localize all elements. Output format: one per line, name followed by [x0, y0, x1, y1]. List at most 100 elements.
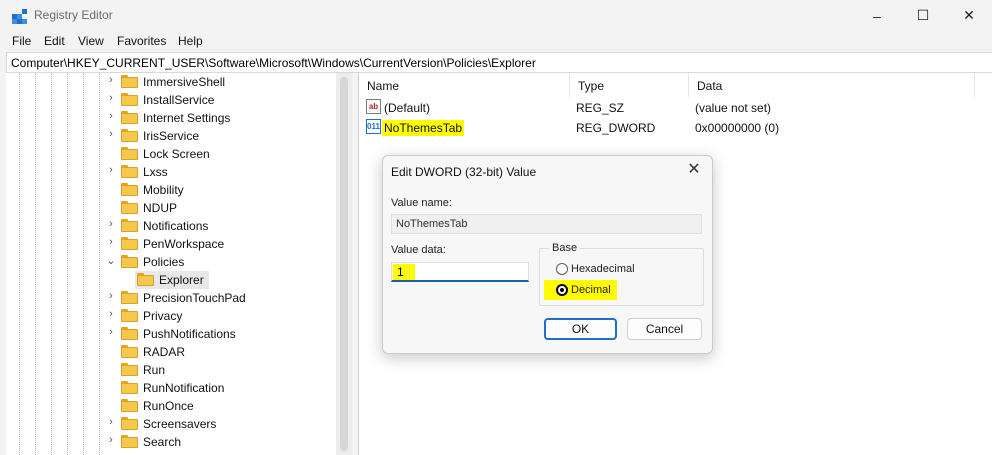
folder-icon	[121, 291, 138, 304]
tree-item-lock-screen[interactable]: Lock Screen	[6, 145, 336, 163]
tree-item-search[interactable]: › Search	[6, 433, 336, 451]
hexadecimal-label[interactable]: Hexadecimal	[571, 263, 635, 275]
tree-item-policies[interactable]: ⌄ Policies	[6, 253, 336, 271]
chevron-right-icon[interactable]: ›	[106, 92, 116, 104]
folder-icon	[121, 345, 138, 358]
value-row-default[interactable]: ab (Default) REG_SZ (value not set)	[359, 98, 992, 117]
menu-view[interactable]: View	[78, 34, 104, 48]
chevron-down-icon[interactable]: ⌄	[106, 254, 116, 267]
folder-icon	[121, 219, 138, 232]
value-data-input[interactable]: 1	[391, 262, 529, 282]
close-button[interactable]: ✕	[946, 0, 992, 31]
tree-item-label: PenWorkspace	[143, 237, 225, 251]
chevron-right-icon[interactable]: ›	[106, 110, 116, 122]
tree-item-label: PrecisionTouchPad	[143, 291, 246, 305]
key-tree[interactable]: › ImmersiveShell › InstallService › Interne…	[6, 73, 336, 455]
folder-icon	[121, 183, 138, 196]
tree-item-label: Explorer	[159, 273, 204, 287]
minimize-icon: –	[873, 7, 881, 24]
tree-item-mobility[interactable]: Mobility	[6, 181, 336, 199]
value-name-label: Value name:	[391, 197, 452, 209]
value-data: 0x00000000 (0)	[695, 121, 780, 135]
chevron-right-icon[interactable]: ›	[106, 128, 116, 140]
chevron-right-icon[interactable]: ›	[106, 326, 116, 338]
minimize-button[interactable]: –	[854, 0, 900, 31]
folder-icon	[121, 201, 138, 214]
dword-value-icon: 011	[366, 119, 381, 134]
folder-icon	[121, 111, 138, 124]
tree-item-ndup[interactable]: NDUP	[6, 199, 336, 217]
menu-file[interactable]: File	[12, 34, 31, 48]
tree-item-label: Screensavers	[143, 417, 217, 431]
chevron-right-icon[interactable]: ›	[106, 236, 116, 248]
chevron-right-icon[interactable]: ›	[106, 290, 116, 302]
tree-item-internet-settings[interactable]: › Internet Settings	[6, 109, 336, 127]
tree-item-installservice[interactable]: › InstallService	[6, 91, 336, 109]
folder-icon	[121, 165, 138, 178]
close-icon[interactable]: ✕	[684, 160, 704, 180]
decimal-label[interactable]: Decimal	[571, 284, 611, 296]
chevron-right-icon[interactable]: ›	[106, 416, 116, 428]
menu-favorites[interactable]: Favorites	[117, 34, 166, 48]
cancel-button[interactable]: Cancel	[627, 318, 702, 340]
address-path: Computer\HKEY_CURRENT_USER\Software\Micr…	[11, 56, 536, 70]
value-name: NoThemesTab	[382, 120, 465, 136]
tree-item-run[interactable]: Run	[6, 361, 336, 379]
tree-item-runonce[interactable]: RunOnce	[6, 397, 336, 415]
tree-item-lxss[interactable]: › Lxss	[6, 163, 336, 181]
tree-item-label: RunNotification	[143, 381, 225, 395]
menu-edit[interactable]: Edit	[44, 34, 65, 48]
chevron-right-icon[interactable]: ›	[106, 164, 116, 176]
folder-icon	[121, 417, 138, 430]
tree-item-label: ImmersiveShell	[143, 75, 226, 89]
tree-item-runnotification[interactable]: RunNotification	[6, 379, 336, 397]
folder-icon	[121, 399, 138, 412]
tree-item-label: Notifications	[143, 219, 209, 233]
value-row-nothemestab[interactable]: 011 NoThemesTab REG_DWORD 0x00000000 (0)	[359, 118, 992, 137]
folder-icon	[121, 255, 138, 268]
tree-item-irisservice[interactable]: › IrisService	[6, 127, 336, 145]
folder-icon	[121, 75, 138, 88]
value-data-label: Value data:	[391, 244, 446, 256]
address-bar[interactable]: Computer\HKEY_CURRENT_USER\Software\Micr…	[6, 52, 992, 73]
tree-item-label: Search	[143, 435, 182, 449]
folder-icon	[121, 327, 138, 340]
column-header-type[interactable]: Type	[570, 73, 689, 97]
radio-hexadecimal[interactable]	[556, 263, 568, 275]
title-bar: Registry Editor – ☐ ✕	[0, 0, 992, 31]
chevron-right-icon[interactable]: ›	[106, 218, 116, 230]
chevron-right-icon[interactable]: ›	[106, 308, 116, 320]
tree-scrollbar[interactable]	[336, 73, 352, 455]
menu-bar: File Edit View Favorites Help	[0, 31, 992, 51]
dialog-title: Edit DWORD (32-bit) Value	[391, 165, 537, 179]
folder-icon	[137, 273, 154, 286]
ok-button[interactable]: OK	[544, 318, 617, 340]
scrollbar-thumb[interactable]	[340, 77, 348, 451]
tree-item-label: InstallService	[143, 93, 215, 107]
tree-item-privacy[interactable]: › Privacy	[6, 307, 336, 325]
tree-item-label: Policies	[143, 255, 185, 269]
maximize-button[interactable]: ☐	[900, 0, 946, 31]
chevron-right-icon[interactable]: ›	[106, 74, 116, 86]
menu-help[interactable]: Help	[178, 34, 203, 48]
tree-item-immersiveshell[interactable]: › ImmersiveShell	[6, 73, 336, 91]
value-data: (value not set)	[695, 101, 772, 115]
tree-item-notifications[interactable]: › Notifications	[6, 217, 336, 235]
tree-item-radar[interactable]: RADAR	[6, 343, 336, 361]
tree-item-screensavers[interactable]: › Screensavers	[6, 415, 336, 433]
tree-item-precisiontouchpad[interactable]: › PrecisionTouchPad	[6, 289, 336, 307]
folder-icon	[121, 381, 138, 394]
window-title: Registry Editor	[34, 8, 113, 22]
tree-item-label: Privacy	[143, 309, 183, 323]
chevron-right-icon[interactable]: ›	[106, 434, 116, 446]
value-type: REG_DWORD	[576, 121, 656, 135]
tree-item-explorer[interactable]: Explorer	[6, 271, 336, 289]
edit-dword-dialog: Edit DWORD (32-bit) Value ✕ Value name: …	[382, 155, 713, 354]
folder-icon	[121, 93, 138, 106]
close-icon: ✕	[963, 7, 975, 23]
column-header-name[interactable]: Name	[359, 73, 570, 97]
radio-decimal[interactable]	[556, 284, 568, 296]
tree-item-penworkspace[interactable]: › PenWorkspace	[6, 235, 336, 253]
column-header-data[interactable]: Data	[689, 73, 975, 97]
tree-item-pushnotifications[interactable]: › PushNotifications	[6, 325, 336, 343]
